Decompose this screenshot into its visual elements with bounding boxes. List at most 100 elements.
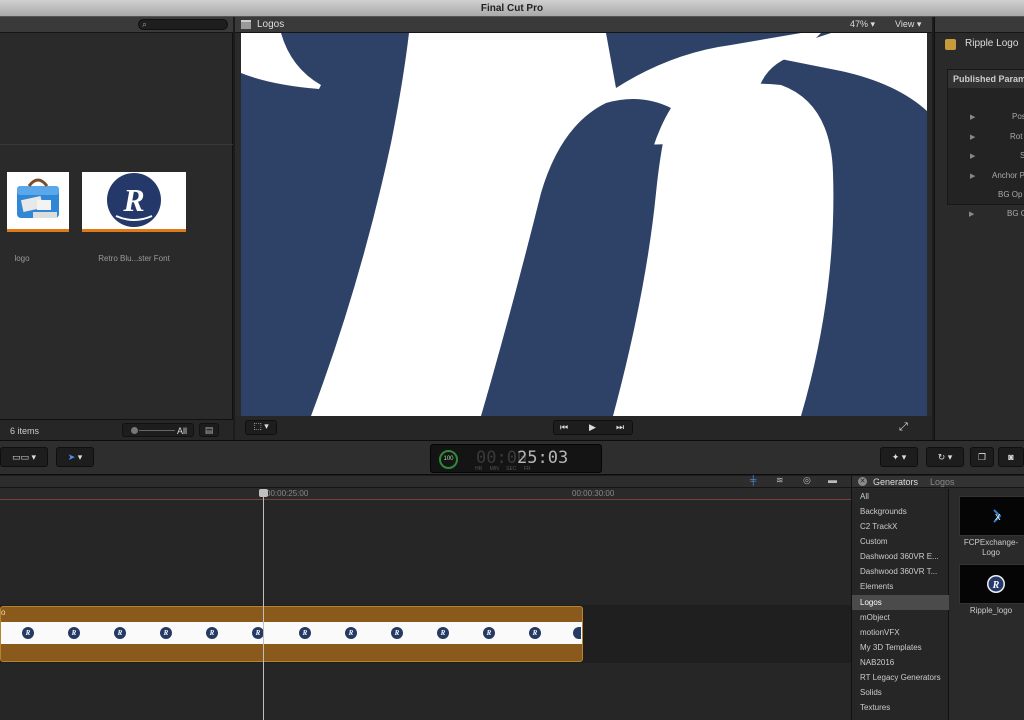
param-label: S xyxy=(1020,151,1024,160)
ruler-label: 00:00:30:00 xyxy=(572,489,615,498)
viewer-view-menu[interactable]: View ▾ xyxy=(895,19,921,30)
params-section-header[interactable]: Published Param xyxy=(948,70,1024,88)
category-item-selected[interactable]: Logos xyxy=(852,595,949,610)
category-item[interactable]: Dashwood 360VR E... xyxy=(852,549,949,564)
fcpexchange-logo-icon: x xyxy=(960,497,1024,535)
retime-button[interactable]: ↻ ▾ xyxy=(926,447,964,467)
browser-search-field[interactable]: ⌕ xyxy=(138,19,228,30)
category-item[interactable]: C2 TrackX xyxy=(852,519,949,534)
clip-zoom-slider[interactable]: All xyxy=(122,423,194,437)
category-item[interactable]: motionVFX xyxy=(852,625,949,640)
camera-icon: ◙ xyxy=(1008,452,1014,462)
enhancements-button[interactable]: ✦ ▾ xyxy=(880,447,918,467)
category-item[interactable]: mObject xyxy=(852,610,949,625)
viewer-canvas[interactable] xyxy=(241,33,927,416)
category-item[interactable]: Dashwood 360VR T... xyxy=(852,564,949,579)
generator-thumb-fcpexchange[interactable]: x xyxy=(959,496,1024,536)
r-logo-icon: R xyxy=(68,627,80,639)
category-item[interactable]: Backgrounds xyxy=(852,504,949,519)
category-item[interactable]: Textures xyxy=(852,700,949,715)
r-logo-icon: R xyxy=(206,627,218,639)
viewer-header: Logos 47% ▾ View ▾ xyxy=(235,17,932,33)
window-title: Final Cut Pro xyxy=(0,0,1024,17)
browser-settings-button[interactable]: ▤ xyxy=(199,423,219,437)
ruler-label: 00:00:25:00 xyxy=(266,489,309,498)
viewer-view-label: View xyxy=(895,19,915,29)
category-item[interactable]: Solids xyxy=(852,685,949,700)
skip-forward-icon[interactable]: ⏭ xyxy=(616,422,624,433)
svg-text:x: x xyxy=(995,511,1001,523)
browser-footer: 6 items All ▤ xyxy=(0,419,233,440)
disclosure-triangle-icon[interactable]: ▶ xyxy=(970,113,975,121)
category-item[interactable]: Custom xyxy=(852,534,949,549)
items-count: 6 items xyxy=(10,426,40,436)
param-label: BG Op xyxy=(998,190,1023,199)
fullscreen-icon[interactable]: ⤢ xyxy=(899,421,915,435)
viewer-zoom-menu[interactable]: 47% ▾ xyxy=(850,19,875,30)
disclosure-triangle-icon[interactable]: ▶ xyxy=(970,133,975,141)
browser-divider xyxy=(0,144,233,145)
transform-menu-button[interactable]: ⬚ ▾ xyxy=(245,420,277,435)
category-item[interactable]: Elements xyxy=(852,579,949,594)
crop-icon: ⬚ ▾ xyxy=(253,421,269,431)
transitions-browser-button[interactable]: ❐ xyxy=(970,447,994,467)
browser-pane: ⌕ logo R Retro Blu...ster Font 6 items A… xyxy=(0,17,233,440)
generators-header: ✕ Generators Logos xyxy=(852,476,1024,488)
audio-skimming-icon[interactable]: ≋ xyxy=(776,475,784,486)
browser-clip-label: Retro Blu...ster Font xyxy=(98,254,170,263)
skip-back-icon[interactable]: ⏮ xyxy=(560,422,568,433)
play-icon[interactable]: ▶ xyxy=(589,422,596,433)
timecode-units: HR MIN SEC FR xyxy=(475,466,531,472)
param-label: Pos xyxy=(1012,112,1024,121)
viewer-zoom-value: 47% xyxy=(850,19,869,29)
browser-clip-logo[interactable] xyxy=(7,172,69,232)
browser-header: ⌕ xyxy=(0,17,233,33)
generator-thumb-ripple-logo[interactable]: R xyxy=(959,564,1024,604)
disclosure-triangle-icon[interactable]: ▶ xyxy=(969,210,974,218)
timecode-display[interactable]: 100 00:00: 25:03 HR MIN SEC FR xyxy=(430,444,602,473)
viewer-pane: Logos 47% ▾ View ▾ ⬚ ▾ ⏮ ▶ ⏭ ⤢ xyxy=(235,17,932,440)
chevron-down-icon: ▾ xyxy=(870,19,876,29)
category-item[interactable]: All xyxy=(852,489,949,504)
filmstrip-icon: ▤ xyxy=(204,425,214,435)
magic-wand-icon: ✦ ▾ xyxy=(891,452,907,462)
r-logo-icon: R xyxy=(483,627,495,639)
r-logo-icon: R xyxy=(160,627,172,639)
category-item[interactable]: My 3D Templates xyxy=(852,640,949,655)
generators-breadcrumb: Logos xyxy=(930,477,955,487)
slider-track xyxy=(139,430,175,431)
r-logo-icon: R xyxy=(437,627,449,639)
svg-text:R: R xyxy=(992,580,1000,591)
category-item[interactable]: NAB2016 xyxy=(852,655,949,670)
snapping-icon[interactable]: ╪ xyxy=(750,475,756,485)
timecode-value: 25:03 xyxy=(517,448,569,468)
disclosure-triangle-icon[interactable]: ▶ xyxy=(970,172,975,180)
photos-browser-button[interactable]: ◙ xyxy=(998,447,1024,467)
generators-browser: ✕ Generators Logos All Backgrounds C2 Tr… xyxy=(851,476,1024,720)
clip-appearance-icon[interactable]: ▬ xyxy=(828,475,837,485)
timeline-ruler[interactable]: 00:00:25:00 00:00:30:00 xyxy=(0,488,851,500)
disclosure-triangle-icon[interactable]: ▶ xyxy=(970,152,975,160)
playhead[interactable] xyxy=(263,493,264,720)
inspector-header xyxy=(935,17,1024,33)
category-item[interactable]: RT Legacy Generators xyxy=(852,670,949,685)
retime-icon: ↻ ▾ xyxy=(937,452,953,462)
r-logo-icon: R xyxy=(22,627,34,639)
edit-mode-button[interactable]: ▭▭ ▾ xyxy=(0,447,48,467)
close-icon[interactable]: ✕ xyxy=(858,477,867,486)
solo-icon[interactable]: ◎ xyxy=(803,475,811,486)
transport-controls: ⏮ ▶ ⏭ xyxy=(553,420,633,435)
timeline-clip[interactable]: o R R R R R R R R R R R R xyxy=(0,606,583,662)
layers-icon: ❐ xyxy=(977,452,987,462)
generator-icon xyxy=(945,39,956,50)
select-tool-button[interactable]: ➤ ▾ xyxy=(56,447,94,467)
generator-label: Ripple_logo xyxy=(969,606,1013,615)
r-logo-icon: R xyxy=(114,627,126,639)
viewer-footer: ⬚ ▾ ⏮ ▶ ⏭ ⤢ xyxy=(235,416,932,440)
svg-text:R: R xyxy=(122,182,144,218)
browser-clip-retro-font[interactable]: R xyxy=(82,172,186,232)
search-icon: ⌕ xyxy=(142,19,148,29)
r-logo-icon: R xyxy=(391,627,403,639)
slider-handle[interactable] xyxy=(131,427,138,434)
generator-label: Logo xyxy=(982,548,1000,557)
